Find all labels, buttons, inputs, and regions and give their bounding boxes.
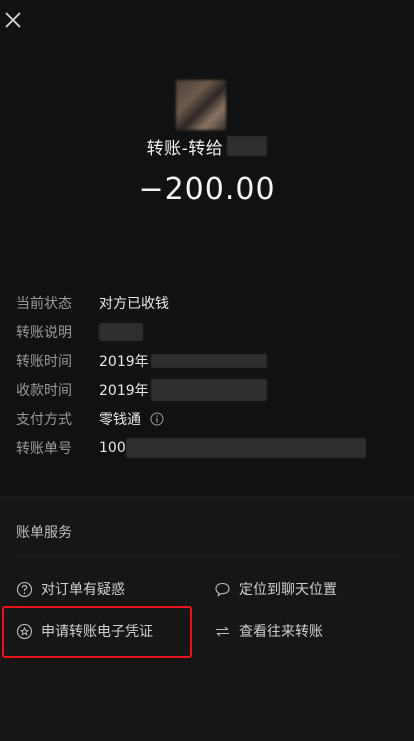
detail-label: 收款时间 (16, 382, 72, 399)
detail-value-text: 2019年 (99, 382, 149, 399)
detail-row-note: 转账说明 (16, 317, 396, 346)
detail-value: 2019年 (99, 351, 267, 371)
detail-value: 100 (99, 437, 366, 458)
detail-row-receive-time: 收款时间 2019年 (16, 375, 396, 404)
highlight-box (2, 606, 192, 658)
service-order-question[interactable]: 对订单有疑惑 (16, 579, 125, 599)
service-label: 对订单有疑惑 (41, 582, 125, 598)
detail-label: 转账时间 (16, 353, 72, 370)
detail-row-status: 当前状态 对方已收钱 (16, 288, 396, 317)
page-title: 转账-转给 (146, 138, 224, 159)
services-title: 账单服务 (16, 525, 72, 541)
transfer-title-row: 转账-转给 (0, 132, 414, 160)
detail-label: 当前状态 (16, 295, 72, 312)
service-label: 定位到聊天位置 (239, 582, 337, 598)
chat-bubble-icon (215, 582, 230, 597)
detail-value-text: 零钱通 (99, 411, 141, 428)
service-view-transfers[interactable]: 查看往来转账 (214, 621, 323, 641)
detail-label: 转账说明 (16, 324, 72, 341)
service-label: 查看往来转账 (239, 624, 323, 640)
detail-value (99, 322, 143, 341)
transfer-details: 当前状态 对方已收钱 转账说明 转账时间 2019年 收款时间 2019年 支付… (16, 288, 396, 462)
info-icon[interactable] (150, 412, 164, 426)
detail-value: 对方已收钱 (99, 295, 169, 312)
redacted-order-mask (125, 437, 366, 458)
redacted-name-mask (227, 136, 268, 156)
swap-arrows-icon (216, 626, 229, 636)
detail-row-payment-method: 支付方式 零钱通 (16, 404, 396, 433)
question-circle-icon (16, 581, 33, 597)
detail-row-order-number: 转账单号 100 (16, 433, 396, 462)
detail-value: 零钱通 (99, 409, 164, 429)
avatar (176, 80, 226, 130)
detail-label: 转账单号 (16, 440, 72, 457)
redacted-time-mask (150, 378, 267, 401)
detail-value-text: 2019年 (99, 353, 149, 370)
services-divider (16, 556, 398, 557)
detail-row-transfer-time: 转账时间 2019年 (16, 346, 396, 375)
redacted-note-mask (99, 322, 143, 341)
detail-value-text: 100 (99, 439, 126, 456)
redacted-time-mask (150, 353, 267, 368)
transfer-amount: −200.00 (138, 172, 276, 207)
detail-label: 支付方式 (16, 411, 72, 428)
service-locate-chat[interactable]: 定位到聊天位置 (214, 579, 337, 599)
close-icon[interactable] (3, 10, 23, 30)
detail-value: 2019年 (99, 378, 267, 401)
